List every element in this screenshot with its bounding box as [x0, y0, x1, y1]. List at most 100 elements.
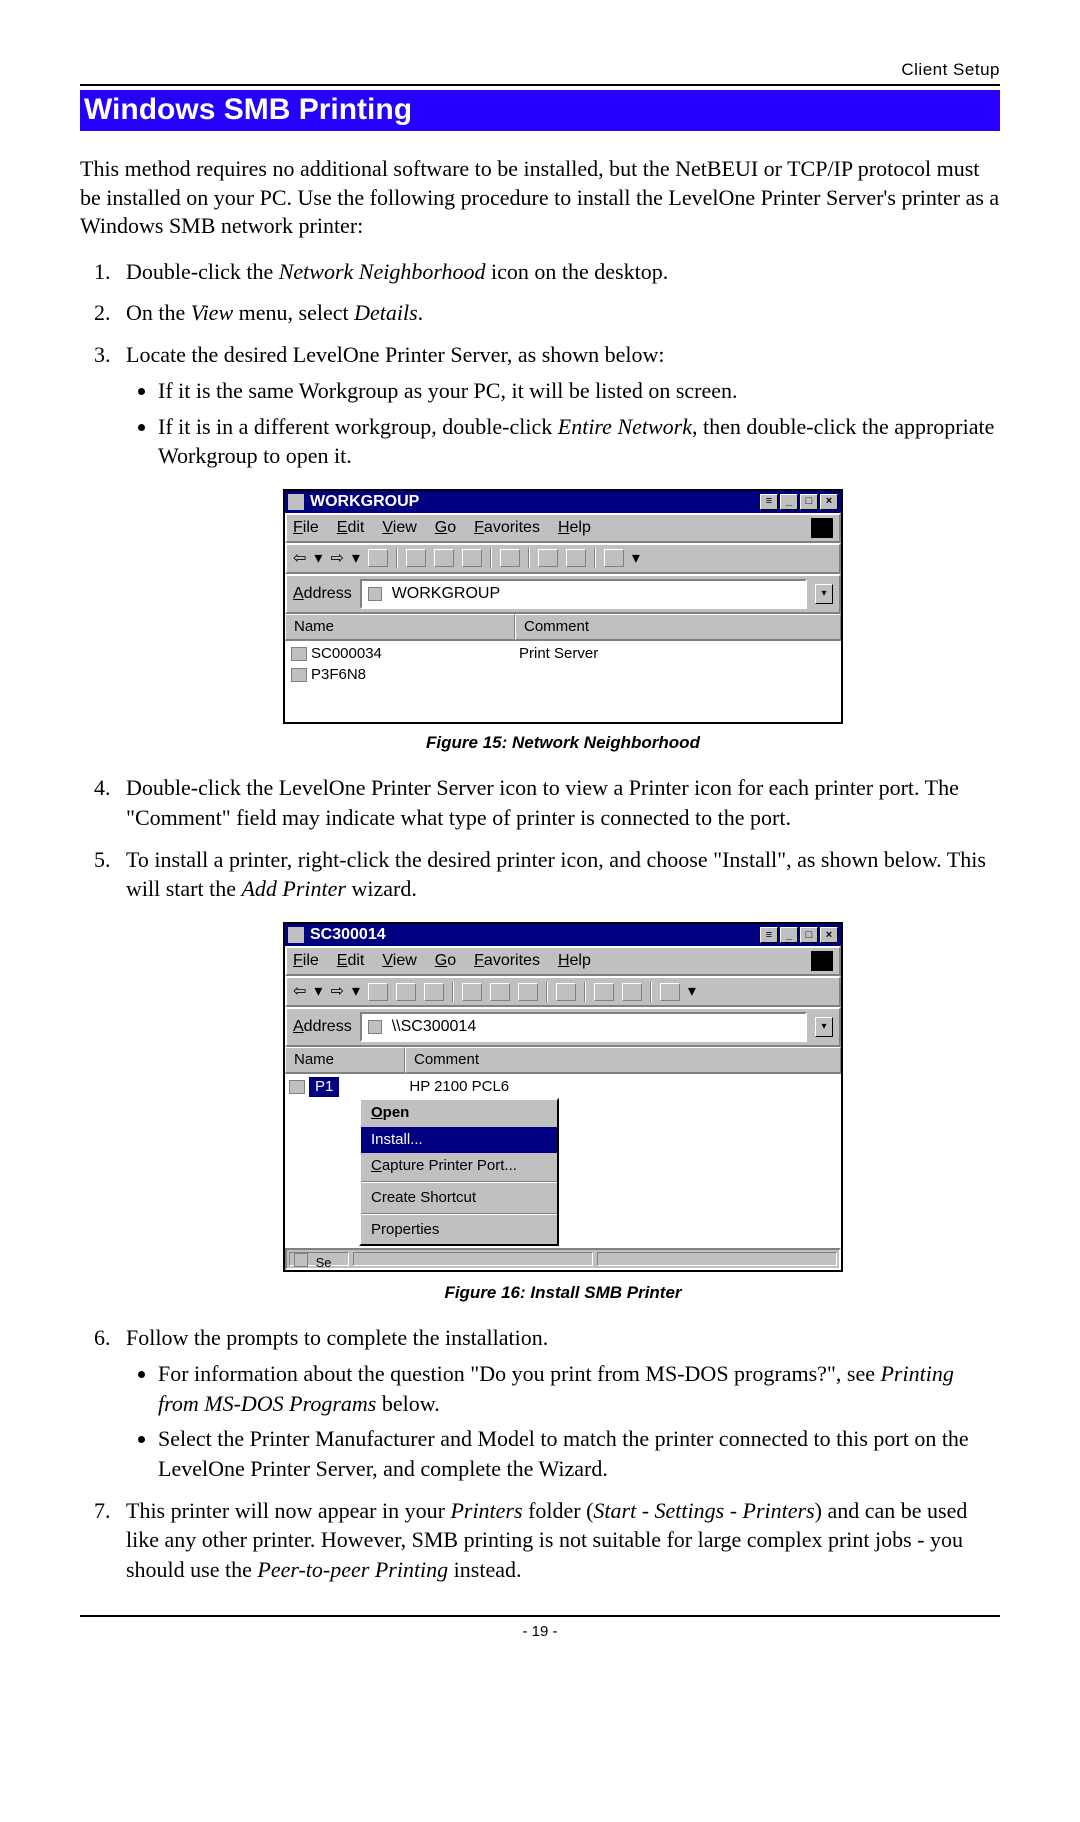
maximize-button[interactable]: □ [800, 927, 818, 943]
network-icon [368, 587, 382, 601]
cut-icon[interactable] [406, 549, 426, 567]
step-6-bullet-1: For information about the question "Do y… [158, 1359, 1000, 1418]
toolbar: ⇦ ▾ ⇨ ▾ [285, 976, 841, 1008]
menu-favorites[interactable]: Favorites [474, 950, 540, 972]
dock-button[interactable]: ≡ [760, 927, 778, 943]
list-item[interactable]: P1 HP 2100 PCL6 [289, 1077, 837, 1097]
column-name[interactable]: Name [285, 1047, 405, 1073]
menu-edit[interactable]: Edit [337, 950, 365, 972]
dock-button[interactable]: ≡ [760, 494, 778, 510]
copy-icon[interactable] [490, 983, 510, 1001]
copy-icon[interactable] [434, 549, 454, 567]
menu-edit[interactable]: Edit [337, 517, 365, 539]
ctx-shortcut[interactable]: Create Shortcut [361, 1185, 557, 1211]
section-title: Windows SMB Printing [80, 90, 1000, 131]
network-icon [294, 1253, 308, 1267]
address-field[interactable]: \\SC300014 [360, 1012, 807, 1042]
emphasis: Peer-to-peer Printing [257, 1557, 448, 1582]
minimize-button[interactable]: _ [780, 494, 798, 510]
intro-paragraph: This method requires no additional softw… [80, 155, 1000, 241]
address-dropdown-button[interactable]: ▾ [815, 1017, 833, 1037]
back-icon[interactable]: ⇦ [293, 548, 306, 570]
window-title: SC300014 [310, 924, 386, 946]
text: Locate the desired LevelOne Printer Serv… [126, 342, 665, 367]
dropdown-icon[interactable]: ▾ [314, 548, 322, 570]
undo-icon[interactable] [500, 549, 520, 567]
close-button[interactable]: × [820, 927, 838, 943]
context-menu: Open Install... Capture Printer Port... … [359, 1098, 559, 1245]
up-folder-icon[interactable] [368, 983, 388, 1001]
window-title: WORKGROUP [310, 491, 419, 513]
address-label: Address [293, 583, 352, 605]
minimize-button[interactable]: _ [780, 927, 798, 943]
views-icon[interactable] [660, 983, 680, 1001]
menu-bar: File Edit View Go Favorites Help [285, 946, 841, 976]
step-5: To install a printer, right-click the de… [116, 845, 1000, 1306]
menu-help[interactable]: Help [558, 517, 591, 539]
menu-file[interactable]: File [293, 950, 319, 972]
list-header: Name Comment [285, 1047, 841, 1073]
list-item[interactable]: P3F6N8 [291, 665, 835, 685]
page-header-label: Client Setup [80, 60, 1000, 80]
menu-file[interactable]: File [293, 517, 319, 539]
step-6-bullet-2: Select the Printer Manufacturer and Mode… [158, 1424, 1000, 1483]
delete-icon[interactable] [538, 549, 558, 567]
column-name[interactable]: Name [285, 614, 515, 640]
ctx-properties[interactable]: Properties [361, 1217, 557, 1243]
emphasis: Printers [450, 1498, 522, 1523]
dropdown-icon[interactable]: ▾ [314, 981, 322, 1003]
back-icon[interactable]: ⇦ [293, 981, 306, 1003]
dropdown-icon[interactable]: ▾ [688, 981, 696, 1003]
menu-view[interactable]: View [382, 517, 416, 539]
cut-icon[interactable] [462, 983, 482, 1001]
ctx-install[interactable]: Install... [361, 1127, 557, 1153]
windows-logo-icon [811, 518, 833, 538]
delete-icon[interactable] [594, 983, 614, 1001]
menu-go[interactable]: Go [435, 950, 456, 972]
instruction-list: Double-click the Network Neighborhood ic… [80, 257, 1000, 1585]
address-bar: Address WORKGROUP ▾ [285, 574, 841, 614]
map-drive-icon[interactable] [396, 983, 416, 1001]
paste-icon[interactable] [518, 983, 538, 1001]
list-body: P1 HP 2100 PCL6 Open Install... Capture … [285, 1073, 841, 1248]
text: menu, select [233, 300, 354, 325]
top-rule [80, 84, 1000, 86]
ctx-open[interactable]: Open [361, 1100, 557, 1126]
menu-go[interactable]: Go [435, 517, 456, 539]
maximize-button[interactable]: □ [800, 494, 818, 510]
views-icon[interactable] [604, 549, 624, 567]
menu-favorites[interactable]: Favorites [474, 517, 540, 539]
menu-view[interactable]: View [382, 950, 416, 972]
properties-icon[interactable] [566, 549, 586, 567]
paste-icon[interactable] [462, 549, 482, 567]
list-item[interactable]: SC000034 Print Server [291, 644, 835, 664]
separator [650, 982, 652, 1002]
address-field[interactable]: WORKGROUP [360, 579, 807, 609]
app-icon [288, 494, 304, 510]
computer-icon [291, 668, 307, 682]
column-comment[interactable]: Comment [515, 614, 841, 640]
dropdown-icon[interactable]: ▾ [352, 548, 360, 570]
resize-grip[interactable] [597, 1252, 837, 1266]
text: instead. [448, 1557, 521, 1582]
up-folder-icon[interactable] [368, 549, 388, 567]
window-titlebar[interactable]: SC300014 ≡ _ □ × [285, 924, 841, 946]
forward-icon[interactable]: ⇨ [330, 548, 343, 570]
window-titlebar[interactable]: WORKGROUP ≡ _ □ × [285, 491, 841, 513]
dropdown-icon[interactable]: ▾ [352, 981, 360, 1003]
properties-icon[interactable] [622, 983, 642, 1001]
ctx-capture[interactable]: Capture Printer Port... [361, 1153, 557, 1179]
close-button[interactable]: × [820, 494, 838, 510]
forward-icon[interactable]: ⇨ [330, 981, 343, 1003]
address-dropdown-button[interactable]: ▾ [815, 584, 833, 604]
undo-icon[interactable] [556, 983, 576, 1001]
separator [490, 548, 492, 568]
item-comment: Print Server [519, 644, 598, 664]
menu-help[interactable]: Help [558, 950, 591, 972]
column-comment[interactable]: Comment [405, 1047, 841, 1073]
dropdown-icon[interactable]: ▾ [632, 548, 640, 570]
step-2: On the View menu, select Details. [116, 298, 1000, 328]
separator [594, 548, 596, 568]
disconnect-drive-icon[interactable] [424, 983, 444, 1001]
text: For information about the question "Do y… [158, 1361, 880, 1386]
